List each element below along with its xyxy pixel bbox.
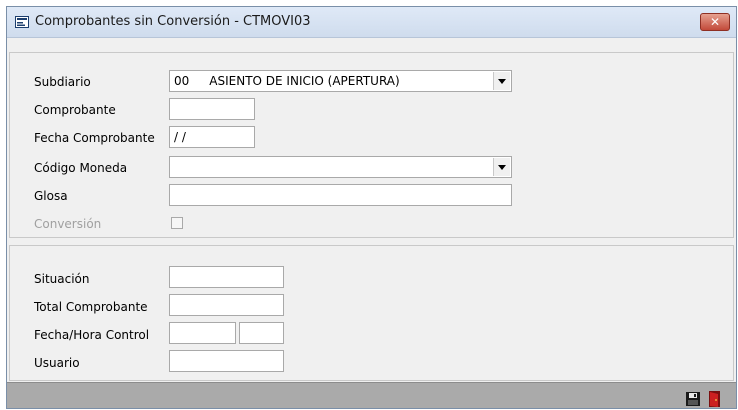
usuario-label: Usuario: [34, 356, 80, 370]
hora-control-input[interactable]: [239, 322, 284, 344]
codigo-moneda-select[interactable]: [169, 156, 512, 178]
floppy-disk-icon: [686, 392, 700, 406]
exit-button[interactable]: [705, 389, 725, 409]
fecha-hora-control-label: Fecha/Hora Control: [34, 328, 150, 342]
conversion-checkbox[interactable]: [171, 217, 183, 229]
close-button[interactable]: ✕: [700, 13, 730, 31]
usuario-input[interactable]: [169, 350, 284, 372]
exit-door-icon: [709, 391, 720, 407]
situacion-input[interactable]: [169, 266, 284, 288]
subdiario-value: ASIENTO DE INICIO (APERTURA): [209, 74, 400, 88]
comprobante-groupbox: Subdiario 00 ASIENTO DE INICIO (APERTURA)…: [9, 52, 734, 238]
close-icon: ✕: [709, 15, 721, 29]
window-title: Comprobantes sin Conversión - CTMOVI03: [35, 14, 311, 29]
codigo-moneda-label: Código Moneda: [34, 161, 128, 175]
title-bar[interactable]: Comprobantes sin Conversión - CTMOVI03 ✕: [7, 7, 736, 38]
fecha-comprobante-label: Fecha Comprobante: [34, 131, 155, 145]
conversion-label: Conversión: [34, 217, 102, 231]
total-comprobante-input[interactable]: [169, 294, 284, 316]
app-icon: [15, 16, 29, 28]
comprobante-input[interactable]: [169, 98, 255, 120]
glosa-label: Glosa: [34, 189, 68, 203]
chevron-down-icon[interactable]: [493, 158, 510, 176]
save-button[interactable]: [683, 389, 703, 409]
total-comprobante-label: Total Comprobante: [34, 300, 148, 314]
comprobante-label: Comprobante: [34, 103, 116, 117]
situacion-label: Situación: [34, 272, 90, 286]
fecha-control-input[interactable]: [169, 322, 236, 344]
fecha-comprobante-input[interactable]: / /: [169, 126, 255, 148]
bottom-toolbar: [7, 382, 736, 408]
subdiario-select[interactable]: 00 ASIENTO DE INICIO (APERTURA): [169, 70, 512, 92]
control-groupbox: Situación Total Comprobante Fecha/Hora C…: [9, 245, 734, 381]
dialog-window: Comprobantes sin Conversión - CTMOVI03 ✕…: [6, 6, 737, 409]
glosa-input[interactable]: [169, 184, 512, 206]
subdiario-label: Subdiario: [34, 75, 91, 89]
chevron-down-icon[interactable]: [493, 72, 510, 90]
subdiario-code: 00: [174, 74, 190, 88]
